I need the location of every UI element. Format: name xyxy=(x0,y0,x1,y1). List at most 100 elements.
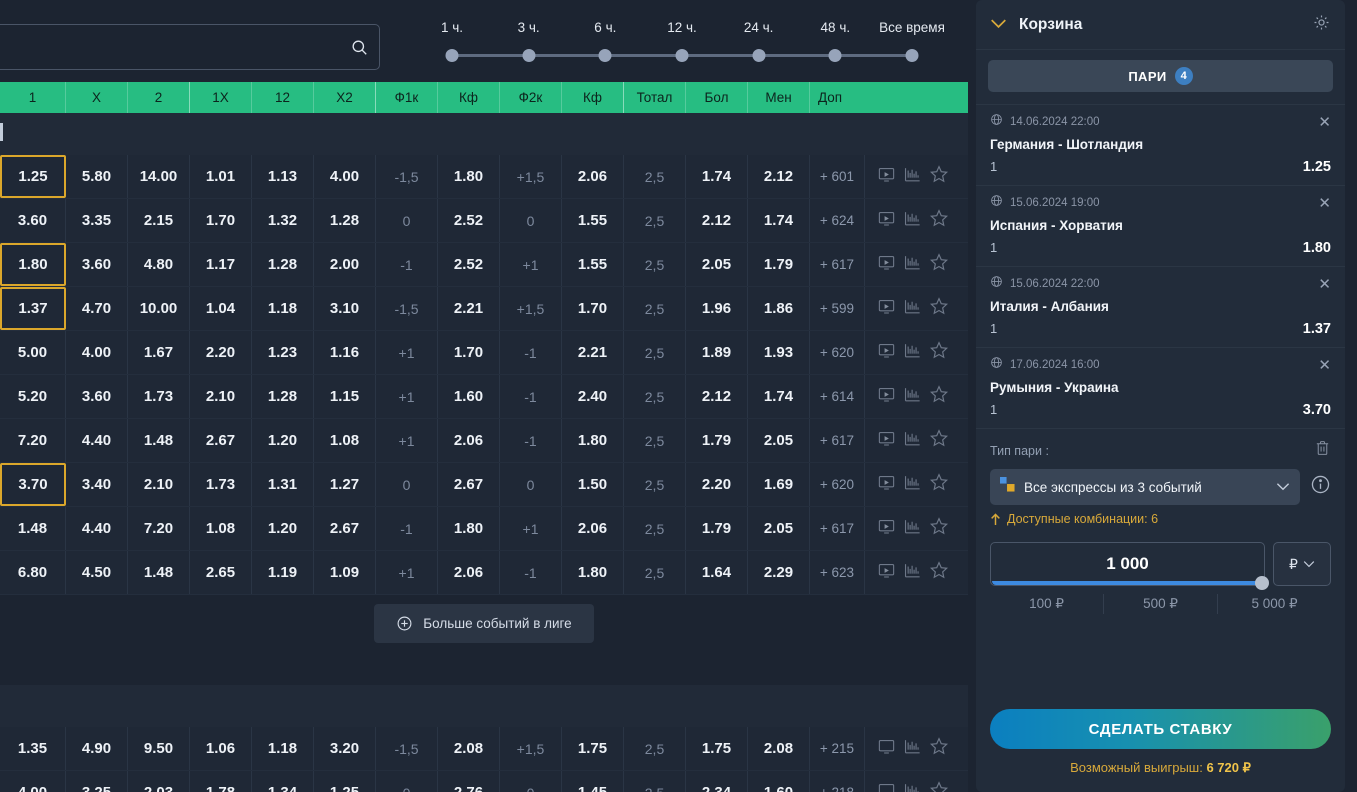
statistics-icon[interactable] xyxy=(903,297,922,321)
favorite-star-icon[interactable] xyxy=(929,560,949,585)
odds-cell[interactable]: 2.10 xyxy=(190,375,252,418)
odds-cell[interactable]: 1.80 xyxy=(438,507,500,550)
time-filter-option-2[interactable]: 6 ч. xyxy=(594,20,616,35)
odds-cell[interactable]: 1.80 xyxy=(0,243,66,286)
odds-cell[interactable]: 1.32 xyxy=(252,199,314,242)
odds-cell[interactable]: 3.10 xyxy=(314,287,376,330)
time-filter-dot-2[interactable] xyxy=(598,49,612,62)
odds-cell[interactable]: 2.67 xyxy=(314,507,376,550)
stream-icon[interactable] xyxy=(877,165,896,189)
odds-cell[interactable]: 4.40 xyxy=(66,507,128,550)
stream-icon[interactable] xyxy=(877,297,896,321)
odds-cell[interactable]: 3.60 xyxy=(0,199,66,242)
odds-cell[interactable]: 2.06 xyxy=(562,155,624,198)
odds-cell[interactable]: 7.20 xyxy=(0,419,66,462)
stream-icon[interactable] xyxy=(877,341,896,365)
remove-bet-icon[interactable]: ✕ xyxy=(1318,115,1331,130)
odds-cell[interactable]: 2.05 xyxy=(748,507,810,550)
odds-cell[interactable]: 1.74 xyxy=(686,155,748,198)
odds-cell[interactable]: 4.90 xyxy=(66,727,128,770)
info-icon[interactable] xyxy=(1310,474,1331,500)
odds-cell[interactable]: 2.08 xyxy=(438,727,500,770)
time-filter-option-0[interactable]: 1 ч. xyxy=(441,20,463,35)
odds-cell[interactable]: 1.16 xyxy=(314,331,376,374)
odds-cell[interactable]: 1.67 xyxy=(128,331,190,374)
favorite-star-icon[interactable] xyxy=(929,384,949,409)
odds-cell[interactable]: 9.50 xyxy=(128,727,190,770)
odds-cell[interactable]: 1.23 xyxy=(252,331,314,374)
odds-cell[interactable]: 2.10 xyxy=(128,463,190,506)
odds-cell[interactable]: 2.21 xyxy=(562,331,624,374)
odds-cell[interactable]: 7.20 xyxy=(128,507,190,550)
odds-cell[interactable]: + 614 xyxy=(810,375,865,418)
chevron-down-icon[interactable] xyxy=(990,16,1007,34)
odds-cell[interactable]: 2.08 xyxy=(748,727,810,770)
odds-cell[interactable]: 4.00 xyxy=(314,155,376,198)
odds-cell[interactable]: 1.20 xyxy=(252,507,314,550)
odds-cell[interactable]: 6.80 xyxy=(0,551,66,594)
odds-cell[interactable]: 4.50 xyxy=(66,551,128,594)
time-filter-dot-5[interactable] xyxy=(828,49,842,62)
odds-cell[interactable]: 2.40 xyxy=(562,375,624,418)
odds-cell[interactable]: 1.64 xyxy=(686,551,748,594)
odds-cell[interactable]: 1.19 xyxy=(252,551,314,594)
stream-icon[interactable] xyxy=(877,429,896,453)
odds-cell[interactable]: 2.34 xyxy=(686,771,748,792)
odds-cell[interactable]: 1.45 xyxy=(562,771,624,792)
odds-cell[interactable]: + 620 xyxy=(810,331,865,374)
time-filter-option-5[interactable]: 48 ч. xyxy=(821,20,851,35)
odds-cell[interactable]: 2.05 xyxy=(748,419,810,462)
odds-cell[interactable]: 2.67 xyxy=(438,463,500,506)
odds-cell[interactable]: 1.75 xyxy=(686,727,748,770)
odds-cell[interactable]: + 617 xyxy=(810,419,865,462)
odds-cell[interactable]: + 623 xyxy=(810,551,865,594)
odds-cell[interactable]: 1.48 xyxy=(128,551,190,594)
odds-cell[interactable]: 1.25 xyxy=(0,155,66,198)
odds-cell[interactable]: 2.15 xyxy=(128,199,190,242)
odds-cell[interactable]: 2.06 xyxy=(438,551,500,594)
odds-cell[interactable]: 1.70 xyxy=(562,287,624,330)
odds-cell[interactable]: 1.48 xyxy=(0,507,66,550)
odds-cell[interactable]: 1.25 xyxy=(314,771,376,792)
odds-cell[interactable]: 1.74 xyxy=(748,375,810,418)
odds-cell[interactable]: 1.08 xyxy=(190,507,252,550)
remove-bet-icon[interactable]: ✕ xyxy=(1318,196,1331,211)
odds-cell[interactable]: 5.20 xyxy=(0,375,66,418)
time-filter-dot-4[interactable] xyxy=(752,49,766,62)
favorite-star-icon[interactable] xyxy=(929,340,949,365)
stream-icon[interactable] xyxy=(877,737,896,761)
odds-cell[interactable]: 2.06 xyxy=(562,507,624,550)
odds-cell[interactable]: 1.60 xyxy=(748,771,810,792)
odds-cell[interactable]: 4.40 xyxy=(66,419,128,462)
odds-cell[interactable]: 2.03 xyxy=(128,771,190,792)
odds-cell[interactable]: 1.20 xyxy=(252,419,314,462)
odds-cell[interactable]: 5.00 xyxy=(0,331,66,374)
currency-select[interactable]: ₽ xyxy=(1273,542,1331,586)
odds-cell[interactable]: 1.28 xyxy=(252,375,314,418)
time-filter-dot-3[interactable] xyxy=(675,49,689,62)
odds-cell[interactable]: 4.80 xyxy=(128,243,190,286)
odds-cell[interactable]: 14.00 xyxy=(128,155,190,198)
stream-icon[interactable] xyxy=(877,253,896,277)
stream-icon[interactable] xyxy=(877,209,896,233)
odds-cell[interactable]: 1.78 xyxy=(190,771,252,792)
odds-cell[interactable]: + 218 xyxy=(810,771,865,792)
odds-cell[interactable]: 1.79 xyxy=(686,419,748,462)
time-filter-option-4[interactable]: 24 ч. xyxy=(744,20,774,35)
stake-slider-knob[interactable] xyxy=(1255,576,1269,590)
trash-icon[interactable] xyxy=(1314,439,1331,462)
statistics-icon[interactable] xyxy=(903,737,922,761)
statistics-icon[interactable] xyxy=(903,253,922,277)
odds-cell[interactable]: + 620 xyxy=(810,463,865,506)
odds-cell[interactable]: 1.96 xyxy=(686,287,748,330)
search-input[interactable] xyxy=(0,39,339,55)
statistics-icon[interactable] xyxy=(903,517,922,541)
odds-cell[interactable]: 1.48 xyxy=(128,419,190,462)
odds-cell[interactable]: 2.12 xyxy=(686,375,748,418)
chevron-down-icon-type[interactable] xyxy=(1276,478,1290,496)
odds-cell[interactable]: 2.20 xyxy=(686,463,748,506)
place-bet-button[interactable]: СДЕЛАТЬ СТАВКУ xyxy=(990,709,1331,749)
odds-cell[interactable]: 1.70 xyxy=(438,331,500,374)
odds-cell[interactable]: 1.89 xyxy=(686,331,748,374)
odds-cell[interactable]: 1.28 xyxy=(314,199,376,242)
